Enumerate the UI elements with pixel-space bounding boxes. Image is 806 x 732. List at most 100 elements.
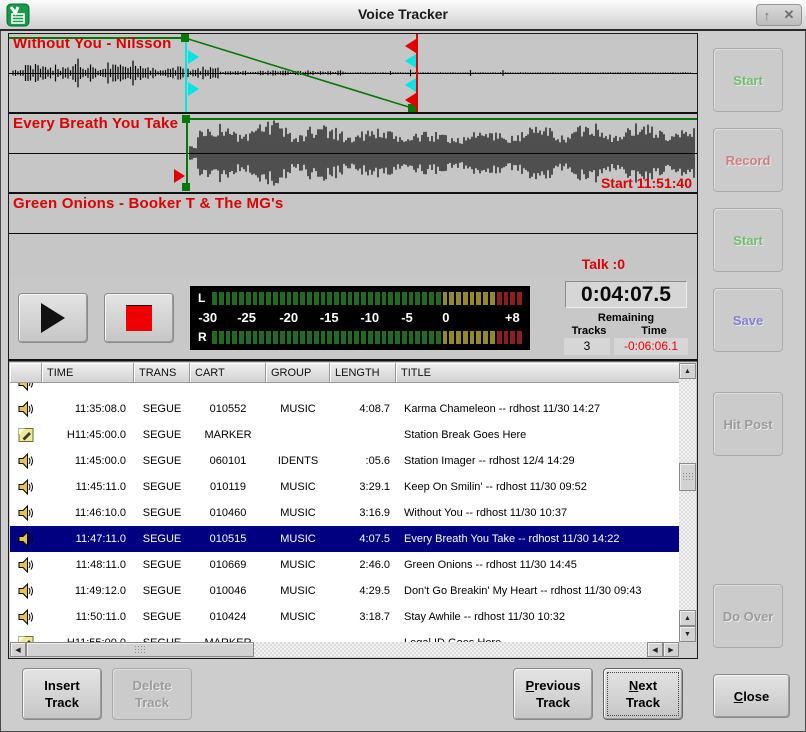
meter-segment [375, 292, 380, 305]
play-icon [41, 303, 65, 333]
scroll-down-button[interactable]: ▼ [679, 626, 696, 642]
marker-icon [10, 426, 42, 444]
meter-segment [422, 331, 427, 344]
horizontal-scroll-thumb[interactable] [26, 642, 254, 657]
column-header-trans[interactable]: TRANS [134, 363, 190, 383]
scale-tick: -20 [279, 310, 298, 325]
log-body: 11:35:08.0SEGUE010552MUSIC4:08.7Karma Ch… [10, 383, 679, 642]
column-header-icon[interactable] [10, 363, 42, 383]
log-cell-trans: SEGUE [134, 611, 190, 623]
log-row[interactable]: 11:50:11.0SEGUE010424MUSIC3:18.7Stay Awh… [10, 604, 679, 630]
do-over-button[interactable]: Do Over [713, 584, 783, 648]
log-cell-cart: 010552 [190, 403, 266, 415]
start-previous-button[interactable]: Start [713, 48, 783, 112]
vertical-scroll-thumb[interactable] [679, 463, 696, 491]
delete-track-button[interactable]: Delete Track [112, 668, 192, 720]
meter-segment [415, 292, 420, 305]
log-row[interactable]: 11:35:08.0SEGUE010552MUSIC4:08.7Karma Ch… [10, 396, 679, 422]
vertical-scrollbar[interactable]: ▲ ▲ ▼ [679, 363, 696, 642]
meter-segment [415, 331, 420, 344]
meter-segment [436, 292, 441, 305]
scroll-left-button-2[interactable]: ◀ [647, 642, 663, 657]
log-cell-length: 4:29.5 [330, 585, 396, 597]
remaining-label: Remaining [598, 312, 654, 324]
log-row[interactable]: 11:45:11.0SEGUE010119MUSIC3:29.1Keep On … [10, 474, 679, 500]
start-next-button[interactable]: Start [713, 208, 783, 272]
log-row[interactable]: H11:55:00.0SEGUEMARKERLegal ID Goes Here [10, 630, 679, 642]
meter-segment [368, 331, 373, 344]
fade-handle[interactable] [181, 34, 189, 42]
talk-start-marker[interactable] [185, 34, 187, 112]
log-row[interactable] [10, 383, 679, 396]
horizontal-scrollbar[interactable]: ◀ ◀ ▶ [10, 642, 679, 657]
fade-handle[interactable] [182, 183, 190, 191]
meter-segment [463, 292, 468, 305]
log-row[interactable]: 11:46:10.0SEGUE010460MUSIC3:16.9Without … [10, 500, 679, 526]
meter-segment [409, 292, 414, 305]
close-window-button[interactable]: ✕ [783, 7, 794, 23]
titlebar-buttons: ↑ ✕ [756, 4, 802, 26]
scroll-up-button[interactable]: ▲ [679, 363, 696, 379]
meter-segment [239, 292, 244, 305]
elapsed-time-display: 0:04:07.5 [565, 281, 687, 308]
record-button[interactable]: Record [713, 128, 783, 192]
log-cell-cart: 010046 [190, 585, 266, 597]
column-header-title[interactable]: TITLE [396, 363, 679, 383]
meter-segment [388, 331, 393, 344]
meter-segment [354, 292, 359, 305]
meter-segment [409, 331, 414, 344]
column-header-length[interactable]: LENGTH [330, 363, 396, 383]
scroll-up-button-2[interactable]: ▲ [679, 610, 696, 626]
save-button[interactable]: Save [713, 288, 783, 352]
column-header-time[interactable]: TIME [42, 363, 134, 383]
shade-button[interactable]: ↑ [764, 8, 771, 23]
column-header-cart[interactable]: CART [190, 363, 266, 383]
log-cell-cart: 010460 [190, 507, 266, 519]
central-panel: Without You - Nilsson Every Breath You T… [8, 33, 698, 659]
meter-segment [470, 331, 475, 344]
speaker-icon [10, 478, 42, 496]
track-pane-current[interactable]: Every Breath You Take Start 11:51:40 [9, 114, 697, 194]
log-row[interactable]: 11:47:11.0SEGUE010515MUSIC4:07.5Every Br… [10, 526, 679, 552]
log-cell-title: Keep On Smilin' -- rdhost 11/30 09:52 [396, 481, 679, 493]
scale-tick: +8 [505, 310, 520, 325]
meter-segment [307, 292, 312, 305]
insert-track-button[interactable]: Insert Track [22, 668, 102, 720]
log-cell-group: MUSIC [266, 481, 330, 493]
meter-segment [219, 331, 224, 344]
log-row[interactable]: 11:45:00.0SEGUE060101IDENTS:05.6Station … [10, 448, 679, 474]
speaker-icon [10, 556, 42, 574]
speaker-icon [10, 400, 42, 418]
stop-button[interactable] [104, 293, 174, 343]
thumb-grip-icon [682, 472, 694, 482]
track-pane-previous[interactable]: Without You - Nilsson [9, 34, 697, 114]
meter-segment [226, 331, 231, 344]
scale-tick: -30 [198, 310, 217, 325]
next-track-button[interactable]: Next Track [603, 668, 683, 720]
log-row[interactable]: 11:48:11.0SEGUE010669MUSIC2:46.0Green On… [10, 552, 679, 578]
log-cell-trans: SEGUE [134, 559, 190, 571]
log-cell-cart: 010669 [190, 559, 266, 571]
close-button[interactable]: Close [713, 674, 790, 718]
meter-segment [354, 331, 359, 344]
log-cell-trans: SEGUE [134, 455, 190, 467]
track-pane-next[interactable]: Green Onions - Booker T & The MG's Talk … [9, 194, 697, 276]
scroll-left-button[interactable]: ◀ [10, 642, 26, 657]
log-cell-time: H11:45:00.0 [42, 429, 134, 441]
segue-end-marker[interactable] [416, 34, 418, 112]
column-header-group[interactable]: GROUP [266, 363, 330, 383]
fade-handle[interactable] [182, 115, 190, 123]
current-track-title: Every Breath You Take [13, 115, 178, 132]
status-box: 0:04:07.5 Remaining Tracks Time 3 -0:06:… [564, 281, 688, 355]
log-row[interactable]: 11:49:12.0SEGUE010046MUSIC4:29.5Don't Go… [10, 578, 679, 604]
hit-post-button[interactable]: Hit Post [713, 392, 783, 456]
log-cell-length: 4:07.5 [330, 533, 396, 545]
play-button[interactable] [18, 293, 88, 343]
speaker-icon [10, 383, 42, 392]
log-cell-title: Green Onions -- rdhost 11/30 14:45 [396, 559, 679, 571]
remaining-tracks-label: Tracks [564, 325, 614, 337]
previous-track-button[interactable]: Previous Track [513, 668, 593, 720]
meter-segment [280, 292, 285, 305]
scroll-right-button[interactable]: ▶ [663, 642, 679, 657]
log-row[interactable]: H11:45:00.0SEGUEMARKERStation Break Goes… [10, 422, 679, 448]
